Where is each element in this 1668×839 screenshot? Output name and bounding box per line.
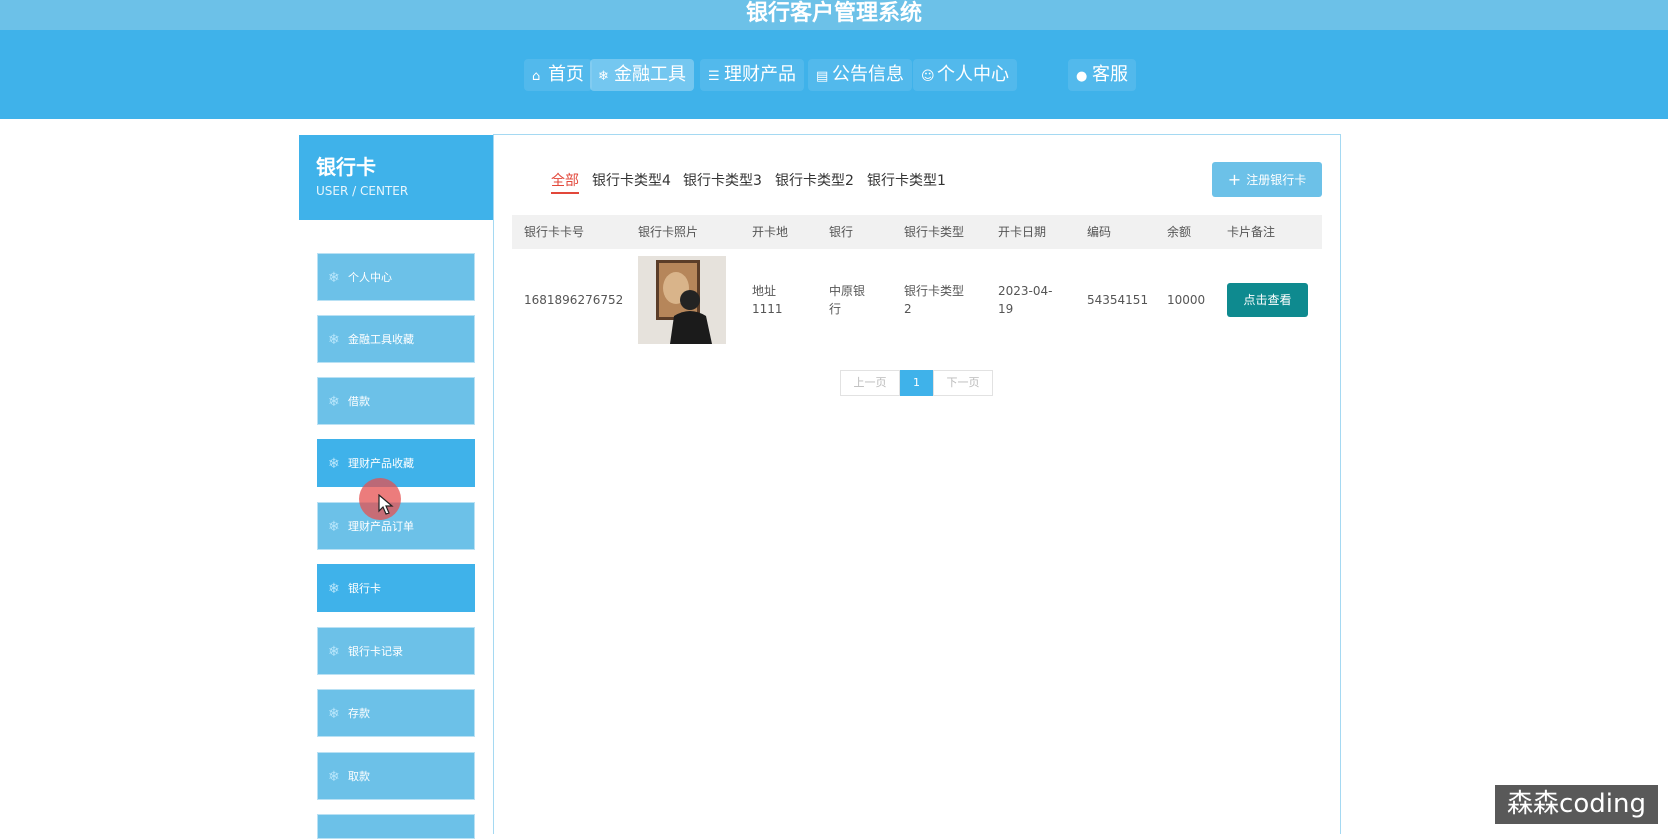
home-icon: ⌂ xyxy=(532,69,541,84)
sidebar-item-loans[interactable]: ❄ 借款 xyxy=(317,377,475,425)
col-card-number: 银行卡卡号 xyxy=(524,225,585,239)
stack-icon: ☰ xyxy=(708,69,720,84)
nav-item-home[interactable]: ⌂ 首页 xyxy=(524,59,592,91)
sidebar-item-deposit[interactable]: ❄ 存款 xyxy=(317,689,475,737)
col-bank: 银行 xyxy=(829,225,854,239)
next-page-button[interactable]: 下一页 xyxy=(933,370,993,396)
col-balance: 余额 xyxy=(1167,225,1192,239)
snowflake-icon: ❄ xyxy=(328,270,340,286)
nav-item-customer-service[interactable]: ● 客服 xyxy=(1068,59,1136,91)
nav-item-personal-center[interactable]: ☺ 个人中心 xyxy=(913,59,1017,91)
sidebar-item-label: 银行卡 xyxy=(348,582,381,595)
sidebar-item-card-records[interactable]: ❄ 银行卡记录 xyxy=(317,627,475,675)
mouse-pointer-icon xyxy=(378,494,394,515)
sidebar-item-label: 理财产品收藏 xyxy=(348,457,414,470)
sidebar-item-product-favorites[interactable]: ❄ 理财产品收藏 xyxy=(317,439,475,487)
sidebar-item-label: 个人中心 xyxy=(348,271,392,284)
col-card-photo: 银行卡照片 xyxy=(638,225,699,239)
sidebar-subtitle: USER / CENTER xyxy=(316,184,409,198)
nav-label: 个人中心 xyxy=(937,64,1009,85)
filter-tab-type2[interactable]: 银行卡类型2 xyxy=(775,170,854,190)
main-nav: ⌂ 首页 ❄ 金融工具 ☰ 理财产品 ▤ 公告信息 ☺ 个人中心 ● 客服 xyxy=(0,30,1668,119)
sidebar-item-label: 取款 xyxy=(348,770,370,783)
sidebar-item-withdraw[interactable]: ❄ 取款 xyxy=(317,752,475,800)
sidebar-item-label: 存款 xyxy=(348,707,370,720)
nav-item-wealth-products[interactable]: ☰ 理财产品 xyxy=(700,59,804,91)
card-photo-image xyxy=(638,256,726,344)
bank-line1: 中原银 xyxy=(829,284,866,298)
filter-tab-type3[interactable]: 银行卡类型3 xyxy=(683,170,762,190)
snowflake-icon: ❄ xyxy=(328,644,340,660)
filter-tab-type1[interactable]: 银行卡类型1 xyxy=(867,170,946,190)
chat-icon: ● xyxy=(1076,69,1088,84)
snowflake-icon: ❄ xyxy=(328,519,340,535)
card-type-line2: 2 xyxy=(904,302,912,316)
col-code: 编码 xyxy=(1087,225,1112,239)
sidebar-item-label: 银行卡记录 xyxy=(348,645,403,658)
snowflake-icon: ❄ xyxy=(328,332,340,348)
sidebar-item-partial[interactable] xyxy=(317,814,475,839)
nav-label: 客服 xyxy=(1092,64,1128,85)
app-title: 银行客户管理系统 xyxy=(0,0,1668,30)
photo-illustration xyxy=(638,256,726,344)
sidebar-title: 银行卡 xyxy=(316,155,376,179)
card-balance: 10000 xyxy=(1167,293,1206,307)
bank-line2: 行 xyxy=(829,302,842,316)
snowflake-icon: ❄ xyxy=(598,69,609,84)
snowflake-icon: ❄ xyxy=(328,769,340,785)
nav-label: 理财产品 xyxy=(724,64,796,85)
snowflake-icon: ❄ xyxy=(328,456,340,472)
col-location: 开卡地 xyxy=(752,225,789,239)
sidebar-item-label: 理财产品订单 xyxy=(348,520,414,533)
filter-tab-all[interactable]: 全部 xyxy=(551,170,579,194)
plus-icon: + xyxy=(1227,170,1242,189)
filter-tab-type4[interactable]: 银行卡类型4 xyxy=(592,170,671,190)
nav-label: 公告信息 xyxy=(832,64,904,85)
snowflake-icon: ❄ xyxy=(328,706,340,722)
open-date-line1: 2023-04- xyxy=(998,284,1053,298)
sidebar-item-bank-card[interactable]: ❄ 银行卡 xyxy=(317,564,475,612)
col-open-date: 开卡日期 xyxy=(998,225,1047,239)
sidebar-item-label: 借款 xyxy=(348,395,370,408)
location-line1: 地址 xyxy=(752,284,777,298)
sidebar-item-label: 金融工具收藏 xyxy=(348,333,414,346)
view-details-button[interactable]: 点击查看 xyxy=(1227,283,1308,317)
location-line2: 1111 xyxy=(752,302,783,316)
prev-page-button[interactable]: 上一页 xyxy=(840,370,900,396)
nav-label: 首页 xyxy=(548,64,584,85)
notice-icon: ▤ xyxy=(816,69,829,84)
nav-item-financial-tools[interactable]: ❄ 金融工具 xyxy=(590,59,694,91)
sidebar-item-tool-favorites[interactable]: ❄ 金融工具收藏 xyxy=(317,315,475,363)
snowflake-icon: ❄ xyxy=(328,581,340,597)
user-icon: ☺ xyxy=(921,69,935,84)
sidebar-item-personal-center[interactable]: ❄ 个人中心 xyxy=(317,253,475,301)
table-header: 银行卡卡号 银行卡照片 开卡地 银行 银行卡类型 开卡日期 编码 余额 卡片备注 xyxy=(512,215,1322,249)
register-card-label: 注册银行卡 xyxy=(1246,173,1307,187)
card-code: 54354151 xyxy=(1087,293,1149,307)
col-card-type: 银行卡类型 xyxy=(904,225,965,239)
watermark: 森森coding xyxy=(1495,785,1658,824)
snowflake-icon: ❄ xyxy=(328,394,340,410)
col-remarks: 卡片备注 xyxy=(1227,225,1276,239)
page-1-button[interactable]: 1 xyxy=(900,370,933,396)
open-date-line2: 19 xyxy=(998,302,1014,316)
card-number: 1681896276752 xyxy=(524,293,624,307)
sidebar-header: 银行卡 USER / CENTER xyxy=(299,135,493,220)
card-type-line1: 银行卡类型 xyxy=(904,284,965,298)
register-card-button[interactable]: + 注册银行卡 xyxy=(1212,162,1322,197)
nav-item-announcements[interactable]: ▤ 公告信息 xyxy=(808,59,912,91)
nav-label: 金融工具 xyxy=(614,64,686,85)
